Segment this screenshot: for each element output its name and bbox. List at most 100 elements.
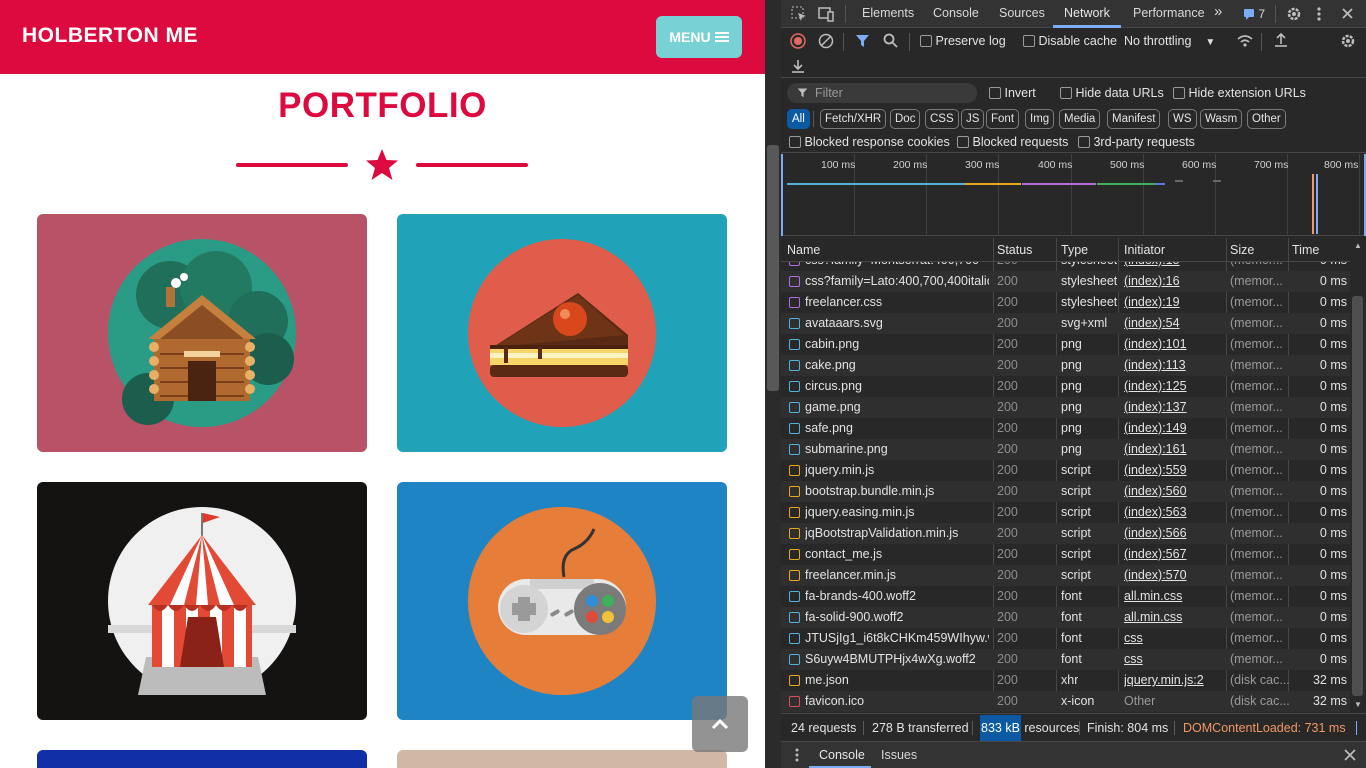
network-overview-timeline[interactable]: 100 ms 200 ms 300 ms 400 ms 500 ms 600 m…	[781, 154, 1366, 236]
table-row[interactable]: fa-solid-900.woff2 200 font all.min.css (mem…	[781, 607, 1350, 628]
request-initiator[interactable]: (index):567	[1124, 547, 1224, 561]
request-initiator[interactable]: all.min.css	[1124, 610, 1224, 624]
issues-counter[interactable]: 7	[1243, 7, 1265, 21]
table-row[interactable]: me.json 200 xhr jquery.min.js:2 (disk cac...…	[781, 670, 1350, 691]
drawer-tab-issues[interactable]: Issues	[881, 748, 917, 762]
drawer-close-icon[interactable]	[1344, 749, 1356, 761]
more-tabs-icon[interactable]: »	[1214, 3, 1222, 20]
request-initiator[interactable]: css	[1124, 631, 1224, 645]
third-party-checkbox[interactable]: 3rd-party requests	[1078, 135, 1195, 149]
table-row[interactable]: contact_me.js 200 script (index):567 (memor.…	[781, 544, 1350, 565]
type-filter-wasm[interactable]: Wasm	[1200, 109, 1243, 129]
table-row[interactable]: jquery.easing.min.js 200 script (index):563…	[781, 502, 1350, 523]
blocked-requests-checkbox[interactable]: Blocked requests	[957, 135, 1068, 149]
drawer-menu-icon[interactable]	[795, 748, 799, 762]
menu-button[interactable]: MENU	[656, 16, 742, 58]
table-row[interactable]: JTUSjIg1_i6t8kCHKm459WIhyw.w... 200 font cs…	[781, 628, 1350, 649]
site-brand[interactable]: HOLBERTON ME	[22, 24, 198, 48]
column-header-type[interactable]: Type	[1061, 243, 1088, 257]
request-initiator[interactable]: (index):125	[1124, 379, 1224, 393]
request-initiator[interactable]: (index):54	[1124, 316, 1224, 330]
portfolio-item-cake[interactable]	[397, 214, 727, 452]
network-conditions-icon[interactable]	[1237, 33, 1253, 49]
settings-gear-icon[interactable]	[1286, 6, 1302, 22]
table-row[interactable]: cake.png 200 png (index):113 (memor... 0 ms	[781, 355, 1350, 376]
table-row[interactable]: freelancer.css 200 stylesheet (index):19 (me…	[781, 292, 1350, 313]
close-icon[interactable]	[1341, 7, 1354, 20]
table-row[interactable]: bootstrap.bundle.min.js 200 script (index):…	[781, 481, 1350, 502]
column-header-size[interactable]: Size	[1230, 243, 1254, 257]
request-initiator[interactable]: (index):101	[1124, 337, 1224, 351]
column-header-status[interactable]: Status	[997, 243, 1032, 257]
tab-sources[interactable]: Sources	[999, 6, 1045, 20]
request-initiator[interactable]: (index):137	[1124, 400, 1224, 414]
portfolio-item-cabin[interactable]	[37, 214, 367, 452]
disable-cache-checkbox[interactable]: Disable cache	[1023, 34, 1117, 48]
requests-table-scrollbar-thumb[interactable]	[1352, 296, 1363, 696]
type-filter-css[interactable]: CSS	[925, 109, 959, 129]
table-row[interactable]: circus.png 200 png (index):125 (memor... 0 ms	[781, 376, 1350, 397]
import-har-icon[interactable]	[1274, 32, 1288, 48]
clear-icon[interactable]	[818, 33, 834, 49]
hide-extension-urls-checkbox[interactable]: Hide extension URLs	[1173, 86, 1306, 100]
table-row[interactable]: freelancer.min.js 200 script (index):570 (me…	[781, 565, 1350, 586]
portfolio-item-safe[interactable]	[37, 750, 367, 768]
type-filter-manifest[interactable]: Manifest	[1107, 109, 1161, 129]
record-stop-icon[interactable]	[790, 33, 806, 49]
request-initiator[interactable]: (index):566	[1124, 526, 1224, 540]
table-row[interactable]: css?family=Lato:400,700,400italic... 200 s…	[781, 271, 1350, 292]
timeline-range-handle[interactable]	[781, 154, 785, 236]
drawer-tab-console[interactable]: Console	[819, 748, 865, 762]
request-initiator[interactable]: (index):570	[1124, 568, 1224, 582]
filter-funnel-icon[interactable]	[855, 33, 870, 48]
request-initiator[interactable]: (index):563	[1124, 505, 1224, 519]
table-row[interactable]: favicon.ico 200 x-icon Other (disk cac... 32 …	[781, 691, 1350, 712]
request-initiator[interactable]: (index):15	[1124, 262, 1224, 267]
timeline-range-handle[interactable]	[1362, 154, 1366, 236]
table-row[interactable]: S6uyw4BMUTPHjx4wXg.woff2 200 font css (memor…	[781, 649, 1350, 670]
type-filter-ws[interactable]: WS	[1168, 109, 1197, 129]
type-filter-other[interactable]: Other	[1247, 109, 1286, 129]
type-filter-img[interactable]: Img	[1025, 109, 1055, 129]
type-filter-js[interactable]: JS	[961, 109, 985, 129]
request-initiator[interactable]: jquery.min.js:2	[1124, 673, 1224, 687]
portfolio-item-game[interactable]	[397, 482, 727, 720]
search-icon[interactable]	[883, 33, 898, 48]
device-toolbar-icon[interactable]	[818, 6, 834, 22]
table-row[interactable]: game.png 200 png (index):137 (memor... 0 ms	[781, 397, 1350, 418]
request-initiator[interactable]: (index):560	[1124, 484, 1224, 498]
request-initiator[interactable]: (index):113	[1124, 358, 1224, 372]
tab-console[interactable]: Console	[933, 6, 979, 20]
portfolio-item-circus[interactable]	[37, 482, 367, 720]
inspect-element-icon[interactable]	[791, 6, 807, 22]
column-header-name[interactable]: Name	[787, 243, 820, 257]
table-row[interactable]: jquery.min.js 200 script (index):559 (memor.…	[781, 460, 1350, 481]
type-filter-font[interactable]: Font	[986, 109, 1020, 129]
scroll-to-top-button[interactable]	[692, 696, 748, 752]
type-filter-media[interactable]: Media	[1059, 109, 1101, 129]
preserve-log-checkbox[interactable]: Preserve log	[920, 34, 1006, 48]
table-row[interactable]: avataaars.svg 200 svg+xml (index):54 (memor.…	[781, 313, 1350, 334]
network-settings-gear-icon[interactable]	[1340, 33, 1356, 49]
request-initiator[interactable]: (index):16	[1124, 274, 1224, 288]
request-initiator[interactable]: all.min.css	[1124, 589, 1224, 603]
type-filter-doc[interactable]: Doc	[890, 109, 921, 129]
table-row[interactable]: fa-brands-400.woff2 200 font all.min.css (me…	[781, 586, 1350, 607]
scroll-down-arrow-icon[interactable]: ▼	[1354, 700, 1362, 709]
table-row[interactable]: submarine.png 200 png (index):161 (memor... 0…	[781, 439, 1350, 460]
table-row[interactable]: safe.png 200 png (index):149 (memor... 0 ms	[781, 418, 1350, 439]
tab-network[interactable]: Network	[1064, 6, 1110, 20]
tab-performance[interactable]: Performance	[1133, 6, 1205, 20]
type-filter-fetch-xhr[interactable]: Fetch/XHR	[820, 109, 887, 129]
request-initiator[interactable]: css	[1124, 652, 1224, 666]
portfolio-item-submarine[interactable]	[397, 750, 727, 768]
website-scrollbar-thumb[interactable]	[767, 145, 779, 391]
kebab-menu-icon[interactable]	[1316, 6, 1322, 22]
type-filter-all[interactable]: All	[787, 109, 810, 129]
filter-input[interactable]: Filter	[787, 83, 977, 103]
scroll-up-arrow-icon[interactable]: ▲	[1354, 241, 1362, 250]
table-row[interactable]: jqBootstrapValidation.min.js 200 script (in…	[781, 523, 1350, 544]
table-row[interactable]: cabin.png 200 png (index):101 (memor... 0 ms	[781, 334, 1350, 355]
export-har-icon[interactable]	[791, 58, 805, 74]
throttling-select[interactable]: No throttling ▼	[1124, 34, 1215, 48]
